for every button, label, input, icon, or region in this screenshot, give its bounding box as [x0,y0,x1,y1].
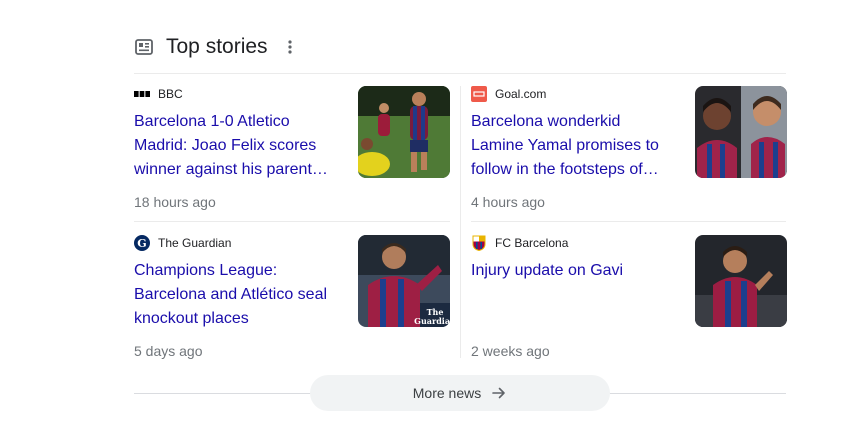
divider [134,221,450,222]
story-source-name: The Guardian [158,236,232,250]
story-card[interactable]: FC Barcelona Injury update on Gavi 2 wee… [471,235,787,369]
story-source-name: FC Barcelona [495,236,569,250]
story-headline[interactable]: Champions League: Barcelona and Atlético… [134,259,339,331]
story-thumbnail[interactable] [695,235,787,327]
svg-text:G: G [137,237,146,250]
story-source-name: Goal.com [495,87,547,101]
story-source: Goal.com [471,86,546,102]
more-news-button[interactable]: More news [310,375,610,411]
story-source: BBC [134,86,183,102]
story-thumbnail[interactable]: The Guardian [358,235,450,327]
top-stories-header: Top stories [134,32,298,62]
story-time: 5 days ago [134,343,203,359]
story-time: 18 hours ago [134,194,216,210]
newspaper-icon [134,37,154,57]
story-time: 4 hours ago [471,194,545,210]
story-thumbnail[interactable] [358,86,450,178]
more-options-icon[interactable] [282,37,298,57]
divider [471,221,786,222]
column-divider [460,86,461,358]
story-headline[interactable]: Barcelona 1-0 Atletico Madrid: Joao Feli… [134,110,339,182]
story-card[interactable]: G The Guardian Champions League: Barcelo… [134,235,450,369]
story-time: 2 weeks ago [471,343,550,359]
story-headline[interactable]: Barcelona wonderkid Lamine Yamal promise… [471,110,676,182]
story-thumbnail[interactable] [695,86,787,178]
story-source: G The Guardian [134,235,231,251]
story-source-name: BBC [158,87,183,101]
fc-barcelona-crest-icon [471,235,487,251]
more-news-label: More news [412,385,482,401]
story-card[interactable]: BBC Barcelona 1-0 Atletico Madrid: Joao … [134,86,450,220]
section-title: Top stories [166,35,268,58]
goal-logo-icon [471,86,487,102]
story-headline[interactable]: Injury update on Gavi [471,259,676,283]
guardian-watermark-line: Guardian [414,316,450,326]
story-source: FC Barcelona [471,235,568,251]
guardian-logo-icon: G [134,235,150,251]
arrow-right-icon [491,385,507,401]
divider [134,73,786,74]
story-card[interactable]: Goal.com Barcelona wonderkid Lamine Yama… [471,86,787,220]
bbc-logo-icon [134,86,150,102]
